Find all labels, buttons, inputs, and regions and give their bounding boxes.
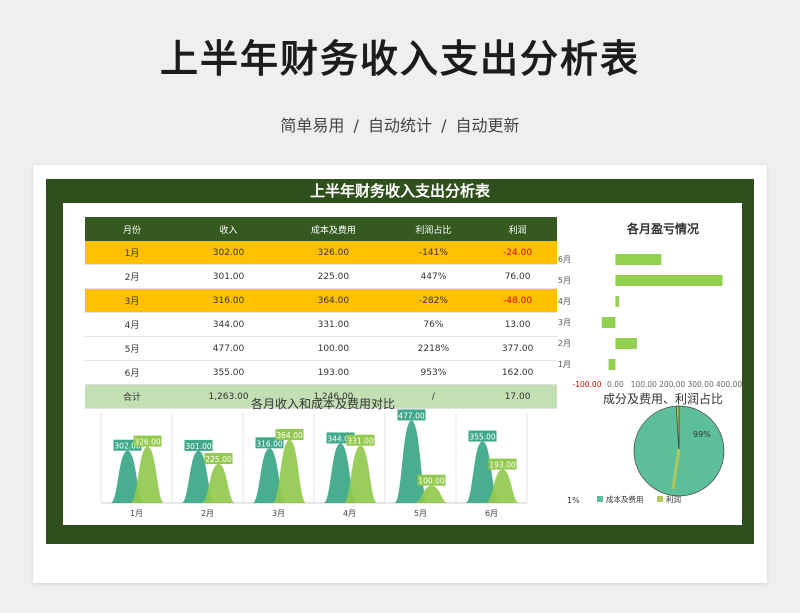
cell-profit: 13.00 <box>478 312 557 337</box>
cell-income: 316.00 <box>179 288 279 313</box>
bar-category-label: 6月 <box>558 255 571 264</box>
cell-income: 301.00 <box>179 264 279 289</box>
area-category-label: 2月 <box>201 509 214 518</box>
data-label: 316.00 <box>256 439 282 448</box>
bar-axis-tick: 0.00 <box>607 380 624 389</box>
page-title: 上半年财务收入支出分析表 <box>159 37 640 81</box>
data-label: 355.00 <box>469 433 495 442</box>
cell-cost: 364.00 <box>278 288 389 313</box>
table-row: 1月 302.00 326.00 -141% -24.00 <box>85 241 557 265</box>
data-label: 301.00 <box>185 442 211 451</box>
cell-profit: 76.00 <box>478 264 557 289</box>
cell-profit: -48.00 <box>478 288 557 313</box>
bar-axis-tick: 300.00 <box>687 380 713 389</box>
profit-bar <box>601 317 616 328</box>
header-profit: 利润 <box>478 217 557 241</box>
page-subtitle: 简单易用 / 自动统计 / 自动更新 <box>280 116 520 135</box>
cell-income: 302.00 <box>179 241 279 265</box>
data-label: 326.00 <box>134 438 160 447</box>
area-category-label: 3月 <box>272 509 285 518</box>
cell-profit-ratio: 2218% <box>388 336 479 361</box>
profit-bar <box>615 275 723 286</box>
cell-cost: 100.00 <box>278 336 389 361</box>
cell-month: 3月 <box>85 288 179 313</box>
cell-profit-ratio: 447% <box>388 264 479 289</box>
profit-bar <box>615 296 620 307</box>
cell-income: 477.00 <box>179 336 279 361</box>
data-label: 331.00 <box>347 437 373 446</box>
cell-profit-ratio: 76% <box>388 312 479 337</box>
income-cost-area-chart: 302.00 301.00 316.00344.00477.00355.00326.… <box>100 409 528 518</box>
cell-profit-ratio: -282% <box>388 288 479 313</box>
cell-month: 2月 <box>85 264 179 289</box>
bar-axis-tick: 200.00 <box>659 380 685 389</box>
cell-month: 6月 <box>85 360 179 385</box>
area-category-label: 4月 <box>343 509 356 518</box>
cell-profit-ratio: 953% <box>388 360 479 385</box>
pie-label: 99% <box>693 430 711 439</box>
area-category-label: 6月 <box>485 509 498 518</box>
table-row: 2月 301.00 225.00 447% 76.00 <box>85 264 557 289</box>
table-header-row: 月份 收入 成本及费用 利润占比 利润 <box>85 217 557 241</box>
cell-cost: 225.00 <box>278 264 389 289</box>
table-row: 6月 355.00 193.00 953% 162.00 <box>85 360 557 385</box>
data-label: 193.00 <box>489 461 515 470</box>
data-label: 477.00 <box>398 411 424 420</box>
profit-bar <box>615 254 662 265</box>
finance-table: 月份 收入 成本及费用 利润占比 利润 1月 302.00 326.00 -14… <box>85 217 557 409</box>
header-income: 收入 <box>179 217 279 241</box>
bar-axis-tick: -100.00 <box>573 380 602 389</box>
cell-income: 355.00 <box>179 360 279 385</box>
total-profit: 17.00 <box>478 384 557 409</box>
legend-swatch <box>657 496 663 502</box>
header-cost: 成本及费用 <box>278 217 389 241</box>
bar-category-label: 2月 <box>558 339 571 348</box>
cell-profit: -24.00 <box>478 241 557 265</box>
cell-month: 5月 <box>85 336 179 361</box>
area-category-label: 1月 <box>130 509 143 518</box>
legend-label: 成本及费用 <box>606 494 644 504</box>
data-label: 100.00 <box>418 477 444 486</box>
bar-category-label: 1月 <box>558 360 571 369</box>
sheet-body: 月份 收入 成本及费用 利润占比 利润 1月 302.00 326.00 -14… <box>63 203 742 525</box>
bar-category-label: 5月 <box>558 276 571 285</box>
header-profit-ratio: 利润占比 <box>388 217 479 241</box>
table-row: 4月 344.00 331.00 76% 13.00 <box>85 312 557 337</box>
cost-profit-pie-chart: 99% 1% 成本及费用 利润 <box>567 405 725 505</box>
cell-cost: 326.00 <box>278 241 389 265</box>
data-label: 225.00 <box>205 455 231 464</box>
bar-category-label: 4月 <box>558 297 571 306</box>
profit-bar-chart: 6月 5月 4月 3月 2月 1月 -100.00 0.00 100.00 200.00 300.0… <box>558 254 742 389</box>
cell-profit-ratio: -141% <box>388 241 479 265</box>
bar-category-label: 3月 <box>558 318 571 327</box>
profit-bar <box>608 359 616 370</box>
cell-profit: 162.00 <box>478 360 557 385</box>
pie-label: 1% <box>567 496 580 505</box>
area-category-label: 5月 <box>414 509 427 518</box>
bar-axis-tick: 400.00 <box>716 380 742 389</box>
cell-cost: 331.00 <box>278 312 389 337</box>
cell-income: 344.00 <box>179 312 279 337</box>
cell-month: 4月 <box>85 312 179 337</box>
area-bump <box>394 420 429 503</box>
profit-bar <box>615 338 637 349</box>
legend-swatch <box>597 496 603 502</box>
cell-cost: 193.00 <box>278 360 389 385</box>
sheet-frame: 上半年财务收入支出分析表 月份 收入 成本及费用 利润占比 利润 1月 302.… <box>46 179 754 544</box>
data-label: 364.00 <box>276 431 302 440</box>
sheet-title: 上半年财务收入支出分析表 <box>309 182 490 200</box>
table-row: 3月 316.00 364.00 -282% -48.00 <box>85 288 557 313</box>
header-month: 月份 <box>85 217 179 241</box>
cell-profit: 377.00 <box>478 336 557 361</box>
cell-month: 1月 <box>85 241 179 265</box>
bar-axis-tick: 100.00 <box>631 380 657 389</box>
total-label: 合计 <box>85 384 179 409</box>
spreadsheet-preview-card: 上半年财务收入支出分析表 月份 收入 成本及费用 利润占比 利润 1月 302.… <box>33 165 767 583</box>
table-row: 5月 477.00 100.00 2218% 377.00 <box>85 336 557 361</box>
legend-label: 利润 <box>666 494 681 504</box>
